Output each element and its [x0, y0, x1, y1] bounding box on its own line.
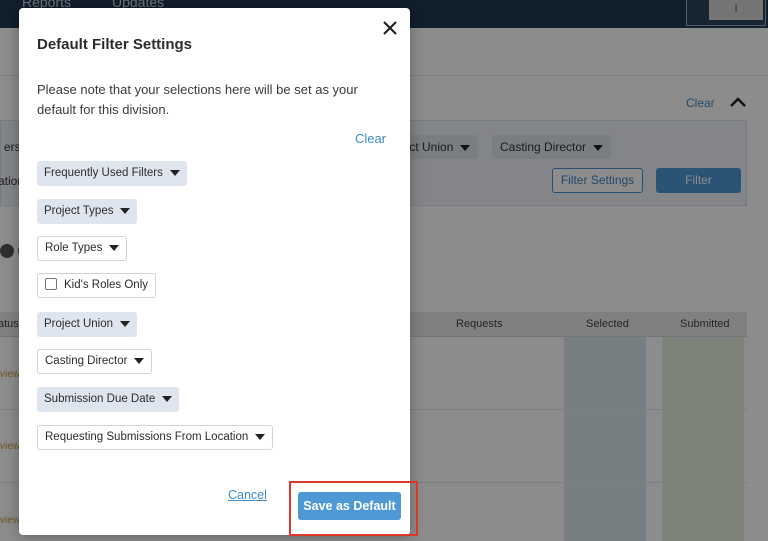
filter-frequently-used[interactable]: Frequently Used Filters [37, 161, 187, 186]
cancel-button[interactable]: Cancel [228, 488, 267, 502]
filter-label: Project Types [44, 205, 114, 217]
caret-down-icon [134, 357, 145, 364]
save-as-default-button[interactable]: Save as Default [298, 492, 401, 520]
filter-casting-director[interactable]: Casting Director [37, 349, 153, 374]
filter-label: Frequently Used Filters [44, 167, 163, 179]
filter-requesting-location[interactable]: Requesting Submissions From Location [37, 425, 274, 450]
filter-kids-roles-only[interactable]: Kid's Roles Only [37, 273, 157, 298]
filter-role-types[interactable]: Role Types [37, 236, 128, 261]
caret-down-icon [109, 244, 120, 251]
filter-label: Role Types [45, 242, 103, 254]
default-filter-settings-dialog: Default Filter Settings Please note that… [19, 8, 418, 536]
caret-down-icon [120, 207, 131, 214]
filter-label: Project Union [44, 318, 114, 330]
clear-link[interactable]: Clear [355, 131, 386, 146]
dialog-title: Default Filter Settings [37, 36, 193, 53]
caret-down-icon [120, 320, 131, 327]
dialog-note: Please note that your selections here wi… [37, 82, 358, 117]
filter-submission-due-date[interactable]: Submission Due Date [37, 387, 180, 412]
filter-label: Submission Due Date [44, 393, 156, 405]
close-icon[interactable] [380, 18, 400, 38]
caret-down-icon [162, 395, 173, 402]
kids-roles-checkbox[interactable] [45, 277, 57, 290]
filter-label: Casting Director [45, 355, 128, 367]
filter-label: Kid's Roles Only [64, 279, 149, 291]
caret-down-icon [169, 169, 180, 176]
filter-label: Requesting Submissions From Location [45, 431, 249, 443]
caret-down-icon [255, 433, 266, 440]
filter-project-types[interactable]: Project Types [37, 199, 138, 224]
filter-project-union[interactable]: Project Union [37, 312, 138, 337]
